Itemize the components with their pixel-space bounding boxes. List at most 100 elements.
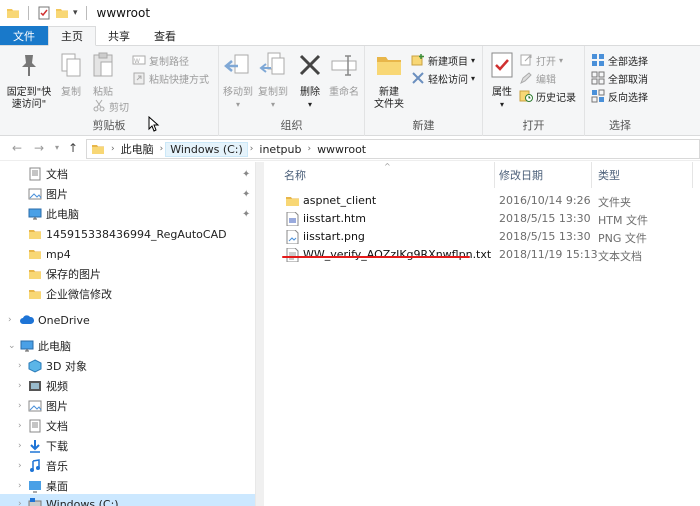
chevron-right-icon[interactable]: › [18, 401, 22, 411]
chevron-right-icon[interactable]: › [109, 144, 117, 154]
tab-share[interactable]: 共享 [96, 26, 142, 45]
nav-scrollbar[interactable] [256, 162, 264, 506]
history-button[interactable]: 历史记录 [519, 88, 576, 104]
column-header-name[interactable]: 名称 [284, 162, 306, 188]
nav-item-videos[interactable]: › 视频 [0, 376, 255, 396]
rename-button[interactable]: 重命名 [327, 50, 361, 99]
pictures-icon [28, 188, 42, 200]
divider [85, 6, 87, 20]
forward-arrow-icon[interactable]: → [32, 141, 46, 155]
nav-item-this-pc-quick[interactable]: 此电脑 ✦ [0, 204, 255, 224]
pin-icon[interactable]: ✦ [242, 189, 250, 200]
easy-access-button[interactable]: 轻松访问 ▾ [411, 70, 475, 86]
nav-item-onedrive[interactable]: › OneDrive [0, 310, 255, 330]
folder-icon [29, 290, 41, 299]
chevron-right-icon[interactable]: › [248, 144, 256, 154]
pin-icon[interactable]: ✦ [242, 209, 250, 220]
breadcrumb-wwwroot[interactable]: wwwroot [313, 143, 370, 156]
nav-item-wecom-edit[interactable]: 企业微信修改 [0, 284, 255, 304]
recent-locations-icon[interactable]: ▾ [50, 141, 64, 155]
tab-view[interactable]: 查看 [142, 26, 188, 45]
paste-shortcut-button[interactable]: 粘贴快捷方式 [132, 70, 209, 86]
chevron-right-icon[interactable]: › [158, 144, 166, 154]
table-row[interactable]: iisstart.png 2018/5/15 13:30 PNG 文件 [268, 228, 700, 246]
scissors-icon [93, 99, 105, 112]
paste-button[interactable]: 粘贴 [88, 50, 118, 99]
copy-to-icon [259, 52, 285, 75]
copy-path-button[interactable]: W 复制路径 [132, 52, 189, 68]
breadcrumb-inetpub[interactable]: inetpub [255, 143, 305, 156]
document-icon [29, 419, 41, 433]
open-button[interactable]: 打开 ▾ [519, 52, 563, 68]
invert-selection-icon [591, 89, 605, 103]
select-all-button[interactable]: 全部选择 [591, 52, 648, 68]
easy-access-icon [412, 72, 424, 84]
tab-home[interactable]: 主页 [48, 26, 96, 46]
paste-icon [93, 52, 113, 77]
chevron-right-icon[interactable]: › [18, 481, 22, 491]
nav-item-this-pc[interactable]: ⌄ 此电脑 [0, 336, 255, 356]
invert-selection-button[interactable]: 反向选择 [591, 88, 648, 104]
nav-item-desktop[interactable]: › 桌面 [0, 476, 255, 496]
table-row[interactable]: iisstart.htm 2018/5/15 13:30 HTM 文件 [268, 210, 700, 228]
table-row[interactable]: WW_verify_AOZzIKg9RXnwflpn.txt 2018/11/1… [268, 246, 700, 264]
nav-item-saved-pictures[interactable]: 保存的图片 [0, 264, 255, 284]
nav-item-documents[interactable]: 文档 ✦ [0, 164, 255, 184]
chevron-right-icon[interactable]: › [18, 461, 22, 471]
properties-icon[interactable] [37, 6, 51, 20]
select-none-button[interactable]: 全部取消 [591, 70, 648, 86]
window-title: wwwroot [96, 6, 151, 20]
ribbon-tabs: 文件 主页 共享 查看 [0, 26, 700, 46]
cut-button[interactable]: 剪切 [92, 98, 129, 114]
chevron-right-icon[interactable]: › [305, 144, 313, 154]
chevron-down-icon[interactable]: ⌄ [8, 341, 16, 351]
nav-item-windows-c[interactable]: › Windows (C:) [0, 494, 255, 506]
pin-icon [22, 55, 36, 76]
move-to-button[interactable]: 移动到 ▾ [221, 50, 255, 111]
delete-button[interactable]: 删除 ▾ [295, 50, 325, 111]
chevron-right-icon[interactable]: › [18, 361, 22, 371]
nav-item-music[interactable]: › 音乐 [0, 456, 255, 476]
chevron-right-icon[interactable]: › [18, 421, 22, 431]
column-header-type[interactable]: 类型 [598, 162, 620, 188]
nav-item-3d-objects[interactable]: › 3D 对象 [0, 356, 255, 376]
new-folder-icon[interactable] [55, 6, 69, 20]
nav-item-documents-pc[interactable]: › 文档 [0, 416, 255, 436]
column-divider[interactable] [591, 162, 592, 188]
breadcrumb-this-pc[interactable]: 此电脑 [117, 141, 158, 157]
edit-button[interactable]: 编辑 [519, 70, 556, 86]
chevron-right-icon[interactable]: › [18, 381, 22, 391]
file-list: 名称 修改日期 类型 ^ aspnet_client 2016/10/14 9:… [268, 162, 700, 506]
desktop-icon [29, 481, 41, 493]
column-divider[interactable] [494, 162, 495, 188]
nav-item-regautocad[interactable]: 145915338436994_RegAutoCAD [0, 224, 255, 244]
new-folder-button[interactable]: 新建 文件夹 [369, 50, 409, 111]
nav-item-mp4[interactable]: mp4 [0, 244, 255, 264]
address-bar[interactable]: › 此电脑 › Windows (C:) › inetpub › wwwroot [86, 139, 700, 159]
new-group: 新建 文件夹 新建项目 ▾ 轻松访问 ▾ 新建 [365, 46, 483, 136]
nav-item-pictures[interactable]: 图片 ✦ [0, 184, 255, 204]
properties-button[interactable]: 属性 ▾ [487, 50, 517, 111]
breadcrumb-windows-c[interactable]: Windows (C:) [165, 141, 248, 157]
pin-quick-access-button[interactable]: 固定到"快 速访问" [4, 50, 54, 111]
tab-file[interactable]: 文件 [0, 26, 48, 45]
column-divider[interactable] [692, 162, 693, 188]
nav-item-pictures-pc[interactable]: › 图片 [0, 396, 255, 416]
new-item-button[interactable]: 新建项目 ▾ [411, 52, 475, 68]
copy-button[interactable]: 复制 [56, 50, 86, 99]
customize-qat-icon[interactable]: ▾ [73, 8, 78, 18]
txt-file-icon [286, 248, 299, 262]
column-header-date[interactable]: 修改日期 [499, 162, 543, 188]
move-to-icon [224, 54, 249, 74]
table-row[interactable]: aspnet_client 2016/10/14 9:26 文件夹 [268, 192, 700, 210]
up-arrow-icon[interactable]: ↑ [66, 141, 80, 155]
chevron-right-icon[interactable]: › [18, 441, 22, 451]
back-arrow-icon[interactable]: ← [10, 141, 24, 155]
edit-icon [520, 72, 532, 85]
chevron-right-icon[interactable]: › [8, 315, 12, 325]
chevron-right-icon[interactable]: › [18, 499, 22, 506]
nav-item-downloads[interactable]: › 下载 [0, 436, 255, 456]
pin-icon[interactable]: ✦ [242, 169, 250, 180]
download-icon [30, 440, 40, 453]
copy-to-button[interactable]: 复制到 ▾ [256, 50, 290, 111]
